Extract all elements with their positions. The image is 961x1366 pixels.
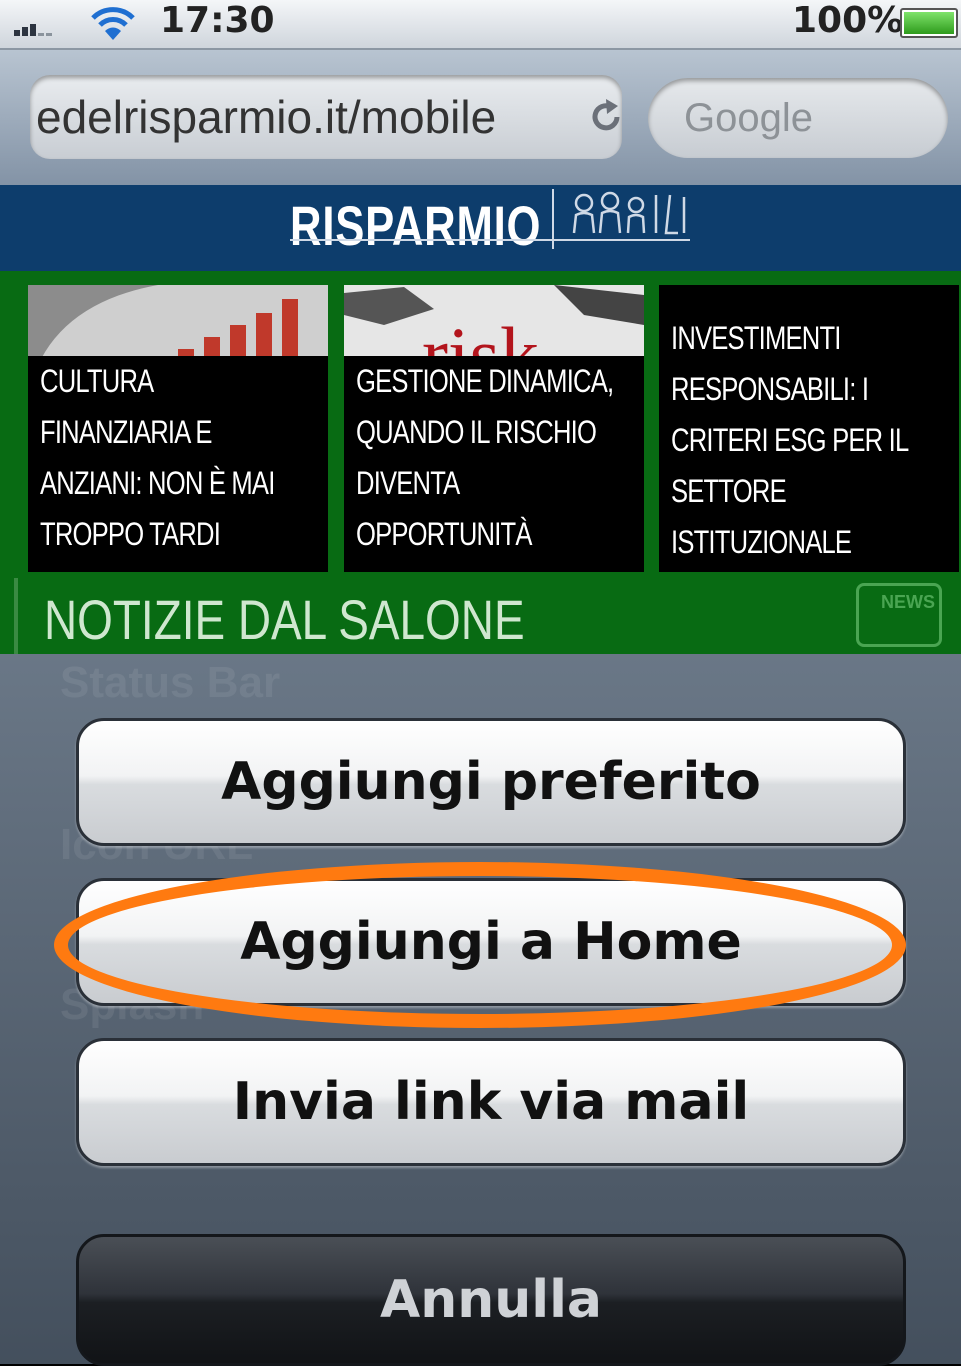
action-sheet: Status Bar Icon URL Splash Aggiungi pref…: [0, 654, 961, 1366]
featured-band: CULTURA FINANZIARIA E ANZIANI: NON È MAI…: [0, 271, 961, 654]
signal-bars-icon: [14, 22, 64, 36]
card-title-line: SETTORE: [671, 473, 787, 509]
add-bookmark-button[interactable]: Aggiungi preferito: [76, 718, 906, 846]
url-text: edelrisparmio.it/mobile: [36, 91, 497, 143]
card-title-line: TROPPO TARDI: [40, 516, 221, 552]
background-text: Status Bar: [60, 658, 281, 707]
status-bar: 17:30 100%: [0, 0, 961, 50]
site-logo[interactable]: RISPARMIO: [290, 185, 690, 265]
card-title-line: OPPORTUNITÀ: [356, 516, 532, 552]
logo-text: RISPARMIO: [290, 193, 542, 257]
search-placeholder: Google: [684, 96, 813, 140]
people-logo-icon: [572, 191, 686, 235]
news-icon[interactable]: NEWS: [856, 583, 942, 647]
url-field[interactable]: edelrisparmio.it/mobile: [30, 75, 622, 159]
card-title-line: DIVENTA: [356, 465, 460, 501]
reload-icon[interactable]: [586, 97, 626, 137]
card-title: CULTURA FINANZIARIA E ANZIANI: NON È MAI…: [28, 356, 328, 572]
article-card-investimenti[interactable]: INVESTIMENTI RESPONSABILI: I CRITERI ESG…: [659, 285, 959, 572]
cancel-button[interactable]: Annulla: [76, 1234, 906, 1366]
card-title-line: FINANZIARIA E: [40, 414, 212, 450]
card-title: INVESTIMENTI RESPONSABILI: I CRITERI ESG…: [659, 285, 959, 572]
search-field[interactable]: Google: [648, 78, 948, 158]
logo-underline: [290, 239, 690, 241]
card-title-line: RESPONSABILI: I: [671, 371, 869, 407]
article-card-cultura[interactable]: CULTURA FINANZIARIA E ANZIANI: NON È MAI…: [28, 285, 328, 572]
site-header: RISPARMIO: [0, 185, 961, 271]
card-title-line: CULTURA: [40, 363, 154, 399]
wifi-icon: [91, 7, 135, 40]
add-to-home-button[interactable]: Aggiungi a Home: [76, 878, 906, 1006]
article-card-gestione[interactable]: risk GESTIONE DINAMICA, QUANDO IL RISCHI…: [344, 285, 644, 572]
battery-percent: 100%: [792, 0, 904, 41]
card-title-line: ISTITUZIONALE: [671, 524, 852, 560]
card-title-line: QUANDO IL RISCHIO: [356, 414, 597, 450]
card-title-line: CRITERI ESG PER IL: [671, 422, 909, 458]
status-time: 17:30: [160, 0, 275, 41]
card-title: GESTIONE DINAMICA, QUANDO IL RISCHIO DIV…: [344, 356, 644, 572]
news-icon-label: NEWS: [881, 592, 935, 612]
browser-toolbar: edelrisparmio.it/mobile Google: [0, 50, 961, 185]
divider: [14, 578, 18, 654]
card-title-line: ANZIANI: NON È MAI: [40, 465, 275, 501]
section-heading[interactable]: NOTIZIE DAL SALONE: [44, 585, 525, 655]
card-title-line: INVESTIMENTI: [671, 320, 841, 356]
mail-link-button[interactable]: Invia link via mail: [76, 1038, 906, 1166]
card-title-line: GESTIONE DINAMICA,: [356, 363, 614, 399]
battery-icon: [900, 8, 958, 38]
